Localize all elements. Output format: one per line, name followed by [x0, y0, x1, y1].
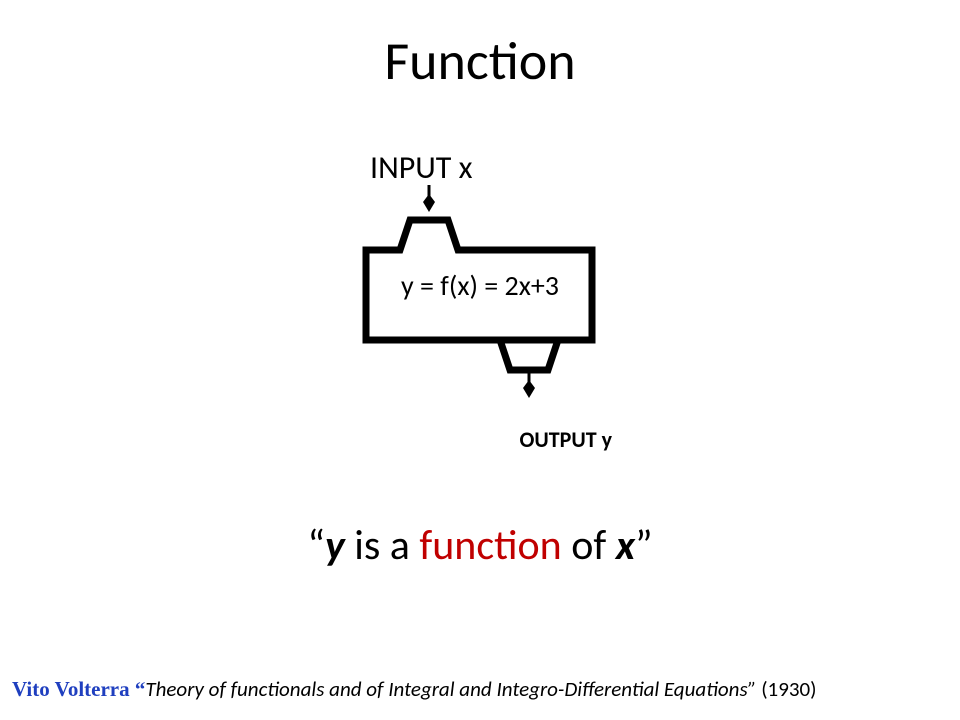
- citation: Vito Volterra “Theory of functionals and…: [12, 676, 948, 702]
- statement-mid1: is a: [345, 520, 420, 571]
- statement-function: function: [419, 520, 561, 571]
- statement: “y is a function of x”: [0, 520, 960, 571]
- citation-year: (1930): [761, 676, 816, 702]
- function-machine-diagram: INPUT x y = f(x) = 2x+3 OUTPUT y: [330, 150, 630, 445]
- close-quote: ”: [635, 520, 653, 571]
- statement-x: x: [616, 520, 635, 571]
- statement-y: y: [325, 520, 345, 571]
- slide: Function I: [0, 0, 960, 720]
- slide-title: Function: [0, 28, 960, 94]
- open-quote: “: [307, 520, 325, 571]
- citation-open-quote: “: [135, 677, 146, 701]
- input-label: INPUT x: [370, 148, 472, 187]
- statement-mid2: of: [562, 520, 616, 571]
- diagram-container: INPUT x y = f(x) = 2x+3 OUTPUT y: [0, 150, 960, 445]
- function-box-label: y = f(x) = 2x+3: [330, 268, 630, 303]
- citation-title: Theory of functionals and of Integral an…: [145, 676, 761, 702]
- citation-author: Vito Volterra: [12, 677, 135, 701]
- output-label: OUTPUT y: [520, 426, 613, 453]
